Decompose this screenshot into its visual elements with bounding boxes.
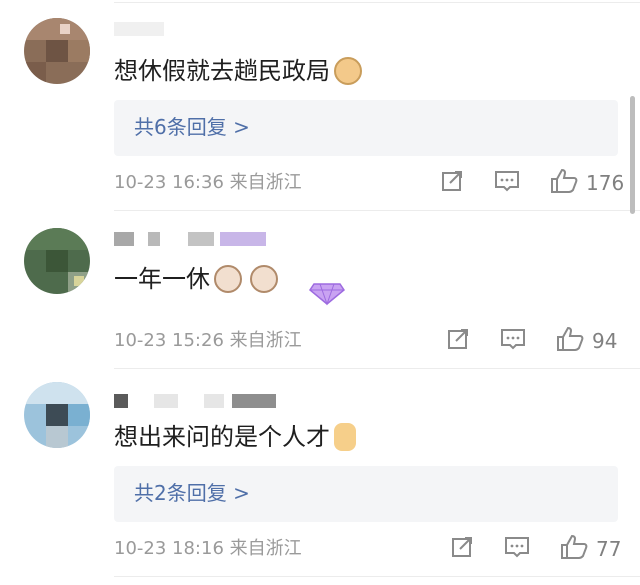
location: 来自浙江 — [229, 538, 302, 559]
thumbs-up-icon[interactable] — [556, 326, 584, 356]
comment-text-content: 想出来问的是个人才 — [114, 423, 330, 451]
comment-icon[interactable] — [500, 327, 526, 355]
like-count: 176 — [586, 171, 625, 195]
diamond-badge-icon — [308, 278, 346, 306]
comment-meta: 10-23 16:36 来自浙江 — [114, 172, 302, 194]
timestamp: 10-23 16:36 — [114, 172, 224, 193]
comment-meta: 10-23 18:16 来自浙江 — [114, 538, 302, 560]
comment-text: 一年一休 — [114, 264, 278, 294]
username-blurred[interactable] — [114, 228, 274, 248]
replies-link[interactable]: 共2条回复 > — [114, 466, 618, 522]
replies-link[interactable]: 共6条回复 > — [114, 100, 618, 156]
thumbs-up-icon[interactable] — [560, 534, 588, 564]
bottom-divider — [114, 576, 640, 577]
comment-actions: 176 — [440, 168, 624, 198]
scrollbar[interactable] — [630, 96, 635, 214]
timestamp: 10-23 15:26 — [114, 330, 224, 351]
avatar[interactable] — [24, 18, 90, 84]
avatar[interactable] — [24, 382, 90, 448]
username-blurred[interactable] — [114, 18, 194, 38]
comment-actions: 77 — [450, 534, 621, 564]
doge-emoji-icon — [334, 57, 362, 85]
share-icon[interactable] — [450, 535, 474, 563]
share-icon[interactable] — [446, 327, 470, 355]
thumbs-up-icon[interactable] — [550, 168, 578, 198]
like-count: 77 — [596, 537, 622, 561]
share-icon[interactable] — [440, 169, 464, 197]
cat-emoji-icon — [214, 265, 242, 293]
avatar[interactable] — [24, 228, 90, 294]
thumbs-up-emoji-icon — [334, 423, 356, 451]
like-count: 94 — [592, 329, 618, 353]
comment-text: 想休假就去趟民政局 — [114, 56, 362, 86]
comment-item-2: 一年一休 10-23 15:26 来自浙江 94 — [0, 210, 640, 370]
location: 来自浙江 — [229, 330, 302, 351]
comment-item-1: 想休假就去趟民政局 共6条回复 > 10-23 16:36 来自浙江 176 — [0, 0, 640, 210]
cat-emoji-icon — [250, 265, 278, 293]
replies-label: 共6条回复 > — [134, 115, 250, 139]
comment-item-3: 想出来问的是个人才 共2条回复 > 10-23 18:16 来自浙江 77 — [0, 368, 640, 585]
comment-text-content: 一年一休 — [114, 265, 210, 293]
comment-icon[interactable] — [494, 169, 520, 197]
comment-icon[interactable] — [504, 535, 530, 563]
comment-actions: 94 — [446, 326, 617, 356]
timestamp: 10-23 18:16 — [114, 538, 224, 559]
replies-label: 共2条回复 > — [134, 481, 250, 505]
username-blurred[interactable] — [114, 390, 284, 410]
comment-text: 想出来问的是个人才 — [114, 422, 356, 452]
location: 来自浙江 — [229, 172, 302, 193]
comment-meta: 10-23 15:26 来自浙江 — [114, 330, 302, 352]
comment-text-content: 想休假就去趟民政局 — [114, 57, 330, 85]
